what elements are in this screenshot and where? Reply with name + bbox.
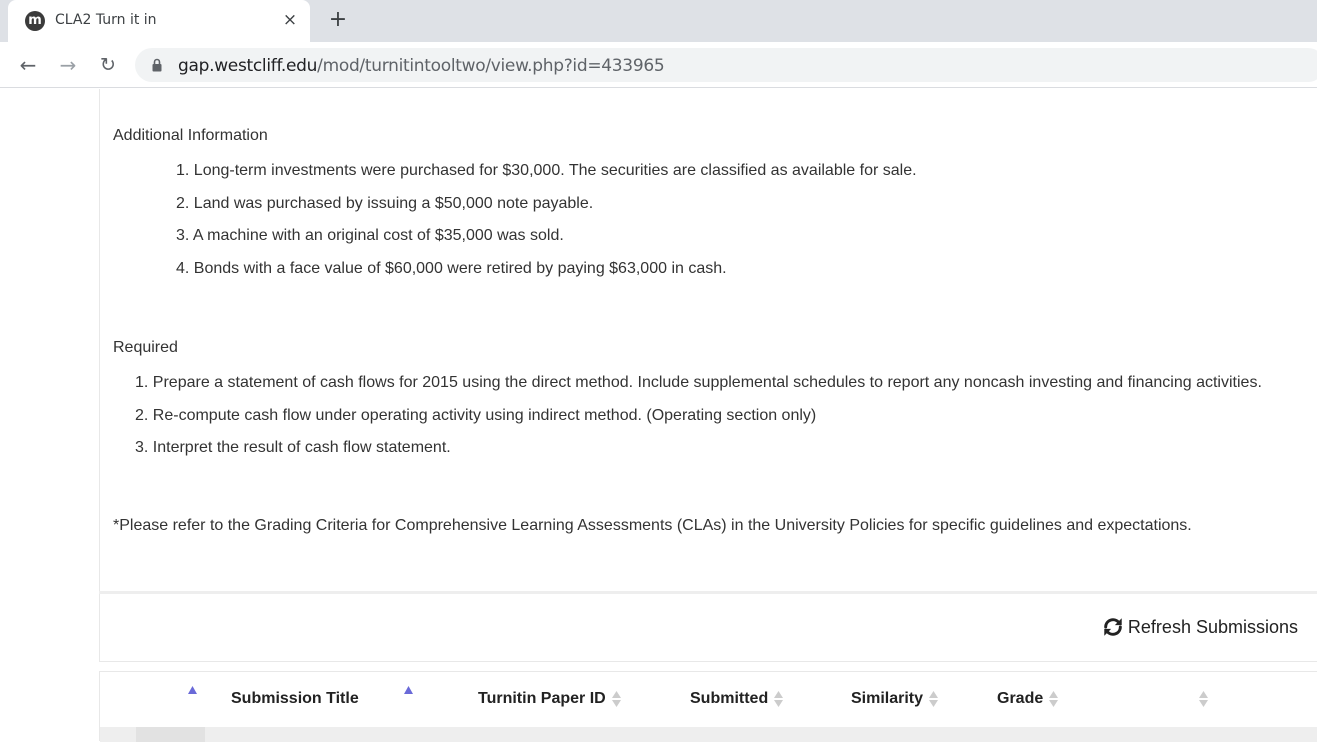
refresh-icon xyxy=(1104,618,1122,636)
column-submission-title[interactable]: Submission Title xyxy=(231,690,359,708)
refresh-submissions-button[interactable]: Refresh Submissions xyxy=(1102,616,1298,638)
column-label: Similarity xyxy=(851,690,924,707)
required-list: 1. Prepare a statement of cash flows for… xyxy=(135,373,1262,471)
list-item: 1. Long-term investments were purchased … xyxy=(176,162,917,179)
column-actions-sort[interactable] xyxy=(1199,690,1208,708)
sort-both-icon xyxy=(929,691,939,707)
refresh-submissions-label: Refresh Submissions xyxy=(1127,616,1298,637)
forward-arrow-icon[interactable]: → xyxy=(53,50,83,80)
column-label: Submission Title xyxy=(231,690,359,707)
column-turnitin-paper-id[interactable]: Turnitin Paper ID xyxy=(478,690,621,708)
column-submitted[interactable]: Submitted xyxy=(690,690,784,708)
tab-strip: m CLA2 Turn it in × + xyxy=(0,0,1317,42)
url-path: /mod/turnitintooltwo/view.php?id=433965 xyxy=(317,56,665,76)
url-text[interactable]: gap.westcliff.edu/mod/turnitintooltwo/vi… xyxy=(178,56,665,76)
list-item: 4. Bonds with a face value of $60,000 we… xyxy=(176,260,727,278)
list-item: 1. Prepare a statement of cash flows for… xyxy=(135,374,1262,391)
grading-note: *Please refer to the Grading Criteria fo… xyxy=(113,517,1192,534)
sort-asc-icon xyxy=(404,686,413,694)
tab-title: CLA2 Turn it in xyxy=(55,12,157,28)
list-item: 3. A machine with an original cost of $3… xyxy=(176,227,564,245)
back-arrow-icon[interactable]: ← xyxy=(13,50,43,80)
list-item: 2. Re-compute cash flow under operating … xyxy=(135,406,817,424)
plus-icon[interactable]: + xyxy=(326,7,350,33)
table-row xyxy=(100,727,1317,742)
sort-both-icon xyxy=(1049,691,1059,707)
sort-asc-icon xyxy=(188,686,197,694)
column-label: Grade xyxy=(997,690,1044,707)
page-body: Additional Information 1. Long-term inve… xyxy=(0,89,1317,742)
url-host: gap.westcliff.edu xyxy=(178,56,318,76)
sort-both-icon xyxy=(774,691,784,707)
moodle-favicon-icon: m xyxy=(25,11,45,31)
submissions-table: Submission Title Turnitin Paper ID Submi… xyxy=(99,671,1317,742)
list-item: 2. Land was purchased by issuing a $50,0… xyxy=(176,194,594,212)
close-icon[interactable]: × xyxy=(280,9,300,31)
reload-icon[interactable]: ↻ xyxy=(93,50,123,80)
browser-toolbar: ← → ↻ gap.westcliff.edu/mod/turnitintool… xyxy=(0,42,1317,88)
column-grade[interactable]: Grade xyxy=(997,690,1059,708)
column-similarity[interactable]: Similarity xyxy=(851,690,939,708)
column-label: Submitted xyxy=(690,690,769,707)
sort-both-icon xyxy=(611,691,621,707)
column-select-sort[interactable] xyxy=(188,686,197,694)
list-item: 3. Interpret the result of cash flow sta… xyxy=(135,439,451,457)
address-bar[interactable]: gap.westcliff.edu/mod/turnitintooltwo/vi… xyxy=(135,48,1317,82)
column-label: Turnitin Paper ID xyxy=(478,690,606,707)
additional-information-list: 1. Long-term investments were purchased … xyxy=(176,161,917,292)
sort-both-icon xyxy=(1199,691,1208,707)
lock-icon xyxy=(152,58,162,72)
additional-information-heading: Additional Information xyxy=(113,127,268,144)
table-cell xyxy=(136,727,205,742)
browser-tab[interactable]: m CLA2 Turn it in × xyxy=(8,0,310,42)
assignment-description: Additional Information 1. Long-term inve… xyxy=(99,89,1317,591)
required-heading: Required xyxy=(113,339,178,356)
column-title-sort[interactable] xyxy=(404,686,413,694)
refresh-bar: Refresh Submissions xyxy=(99,594,1317,662)
